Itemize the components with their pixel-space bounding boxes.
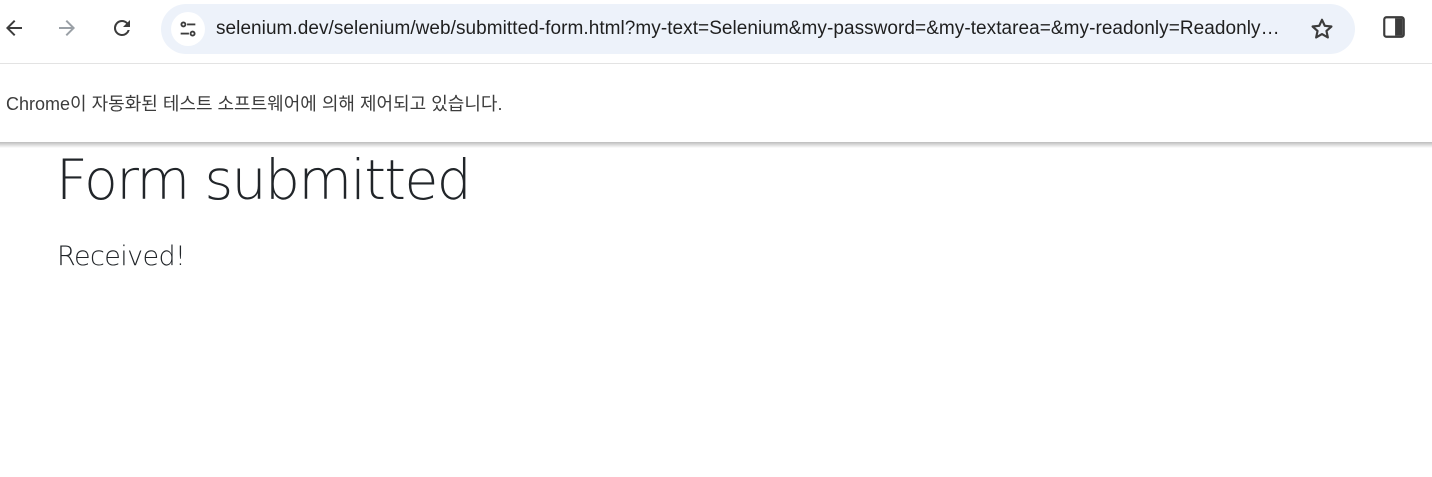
reload-icon xyxy=(113,19,130,36)
browser-toolbar: selenium.dev/selenium/web/submitted-form… xyxy=(0,0,1432,58)
address-bar[interactable]: selenium.dev/selenium/web/submitted-form… xyxy=(161,4,1355,54)
site-info-button[interactable] xyxy=(171,12,205,46)
bookmark-button[interactable] xyxy=(1309,16,1335,42)
page-title: Form submitted xyxy=(56,148,472,212)
arrow-right-icon xyxy=(59,20,75,36)
forward-button[interactable] xyxy=(48,9,86,47)
back-button[interactable] xyxy=(0,9,33,47)
star-icon xyxy=(1311,18,1333,39)
confirmation-message: Received! xyxy=(57,241,186,272)
tune-icon xyxy=(180,21,196,37)
page-content: Form submitted Received! xyxy=(0,142,1432,477)
url-text[interactable]: selenium.dev/selenium/web/submitted-form… xyxy=(216,18,1288,40)
arrow-left-icon xyxy=(6,20,22,36)
side-panel-button[interactable] xyxy=(1381,14,1407,40)
reload-button[interactable] xyxy=(103,9,141,47)
automation-infobar: Chrome이 자동화된 테스트 소프트웨어에 의해 제어되고 있습니다. xyxy=(0,64,1432,142)
side-panel-icon xyxy=(1383,16,1405,38)
infobar-message: Chrome이 자동화된 테스트 소프트웨어에 의해 제어되고 있습니다. xyxy=(6,94,503,114)
